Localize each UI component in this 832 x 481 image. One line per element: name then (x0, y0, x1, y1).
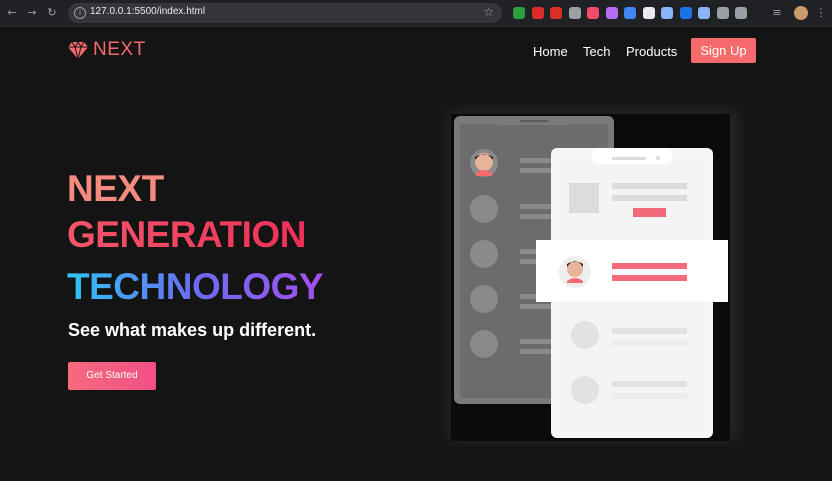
nav-products[interactable]: Products (626, 44, 677, 59)
extension-icon[interactable] (698, 7, 710, 19)
extension-icon[interactable] (531, 7, 544, 19)
extension-icon[interactable] (568, 7, 581, 19)
media-control-icon[interactable]: ≡ (770, 6, 784, 20)
extension-icon[interactable] (605, 7, 618, 19)
back-phone-speaker (520, 120, 548, 122)
menu-kebab-icon[interactable]: ⋮ (814, 6, 828, 20)
nav-home[interactable]: Home (533, 44, 568, 59)
extension-icon[interactable] (550, 7, 562, 19)
front-line (612, 381, 687, 387)
extension-icon[interactable] (661, 7, 673, 19)
front-thumb (569, 183, 599, 213)
hero-title-line-2: GENERATION (67, 214, 306, 255)
front-phone-camera (656, 156, 660, 160)
front-line (612, 195, 687, 201)
sign-up-button[interactable]: Sign Up (691, 38, 756, 63)
extension-icon[interactable] (735, 7, 747, 19)
profile-avatar[interactable] (794, 6, 808, 20)
gem-icon (68, 41, 88, 59)
get-started-button[interactable]: Get Started (68, 362, 156, 390)
brand-name: NEXT (93, 39, 146, 60)
back-icon[interactable]: ← (5, 6, 19, 20)
front-avatar-1 (571, 321, 599, 349)
highlight-line (612, 263, 687, 269)
bookmark-star-icon[interactable]: ☆ (483, 5, 494, 19)
back-avatar-4 (470, 285, 498, 313)
front-accent-pill (633, 208, 666, 217)
extension-icon[interactable] (624, 7, 636, 19)
front-line (612, 393, 687, 399)
hero-title-line-3: TECHNOLOGY (67, 266, 324, 307)
address-bar[interactable]: i 127.0.0.1:5500/index.html ☆ (68, 3, 502, 23)
extension-icon[interactable] (679, 7, 692, 19)
site-info-icon[interactable]: i (74, 7, 86, 19)
extension-icon[interactable] (716, 7, 729, 19)
back-avatar-5 (470, 330, 498, 358)
highlight-line (612, 275, 687, 281)
extension-icon[interactable] (587, 7, 599, 19)
front-phone-speaker (612, 157, 646, 160)
reload-icon[interactable]: ↻ (45, 6, 59, 20)
hero-title-line-1: NEXT (67, 168, 164, 209)
extension-icon[interactable] (642, 7, 655, 19)
back-avatar-2 (470, 195, 498, 223)
landing-page: NEXT Home Tech Products Sign Up NEXT GEN… (0, 28, 832, 481)
front-phone-notch (592, 148, 672, 164)
browser-toolbar: ← → ↻ i 127.0.0.1:5500/index.html ☆ ≡ ⋮ (0, 0, 832, 27)
front-avatar-2 (571, 376, 599, 404)
phone-illustration (448, 110, 740, 441)
back-avatar-face (475, 153, 493, 171)
front-line (612, 328, 687, 334)
front-line (612, 340, 687, 346)
nav-tech[interactable]: Tech (583, 44, 610, 59)
hero-tagline: See what makes up different. (68, 320, 317, 340)
brand-logo[interactable]: NEXT (68, 39, 146, 61)
back-avatar-3 (470, 240, 498, 268)
forward-icon[interactable]: → (25, 6, 39, 20)
extension-icon[interactable] (513, 7, 525, 19)
front-line (612, 183, 687, 189)
address-url[interactable]: 127.0.0.1:5500/index.html (90, 6, 205, 17)
